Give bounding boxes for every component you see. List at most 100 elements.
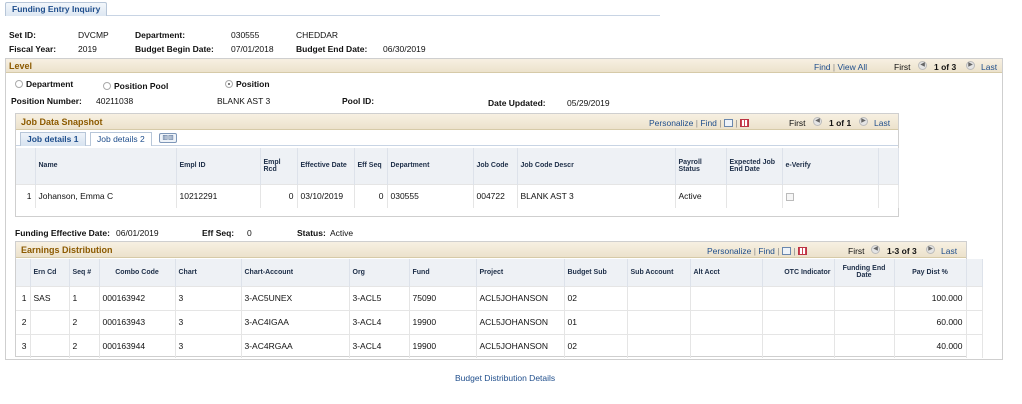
col-sub-account[interactable]: Sub Account <box>627 259 691 286</box>
fiscal-year-value: 2019 <box>78 44 97 54</box>
col-effective-date[interactable]: Effective Date <box>297 148 355 184</box>
level-last-link[interactable]: Last <box>981 62 997 72</box>
department-label: Department: <box>135 30 186 40</box>
job-next-icon[interactable]: ▶ <box>859 117 868 126</box>
next-icon[interactable]: ▶ <box>966 61 975 70</box>
cell-filler <box>966 285 983 310</box>
position-number-label: Position Number: <box>11 96 82 106</box>
cell-sub-account <box>627 285 691 310</box>
budget-end-value: 06/30/2019 <box>383 44 426 54</box>
cell-alt-acct <box>690 309 763 334</box>
cell-pay-dist-pct: 60.000 <box>894 309 967 334</box>
cell-emplid: 10212291 <box>176 183 261 208</box>
earnings-previous-icon[interactable]: ◀ <box>871 245 880 254</box>
job-previous-icon[interactable]: ◀ <box>813 117 822 126</box>
radio-position[interactable]: Position <box>225 79 270 89</box>
col-eff-seq[interactable]: Eff Seq <box>354 148 388 184</box>
job-data-table: Name Empl ID Empl Rcd Effective Date Eff… <box>16 148 899 208</box>
cell-chart-account: 3-AC4IGAA <box>241 309 350 334</box>
col-expected-job-end-date[interactable]: Expected Job End Date <box>726 148 783 184</box>
col-row-num <box>16 259 31 286</box>
col-project[interactable]: Project <box>476 259 565 286</box>
cell-seq: 1 <box>69 285 100 310</box>
cell-department: 030555 <box>387 183 474 208</box>
earnings-find-link[interactable]: Find <box>758 246 775 256</box>
tab-job-details-1[interactable]: Job details 1 <box>20 132 86 146</box>
col-emplid[interactable]: Empl ID <box>176 148 261 184</box>
earnings-count: 1-3 of 3 <box>887 246 917 256</box>
funding-status-label: Status: <box>297 228 326 238</box>
col-name[interactable]: Name <box>35 148 177 184</box>
earnings-title: Earnings Distribution <box>21 245 113 255</box>
cell-chart: 3 <box>175 333 242 358</box>
col-department[interactable]: Department <box>387 148 474 184</box>
col-job-code[interactable]: Job Code <box>473 148 518 184</box>
radio-position-pool[interactable]: Position Pool <box>103 81 168 91</box>
cell-otc-indicator <box>762 285 835 310</box>
col-row-num <box>16 148 36 184</box>
col-org[interactable]: Org <box>349 259 410 286</box>
tab-funding-entry-inquiry[interactable]: Funding Entry Inquiry <box>5 2 108 16</box>
cell-effective-date: 03/10/2019 <box>297 183 355 208</box>
cell-combo-code: 000163943 <box>99 309 176 334</box>
col-combo-code[interactable]: Combo Code <box>99 259 176 286</box>
tab-job-details-2[interactable]: Job details 2 <box>90 132 152 146</box>
earnings-personalize-link[interactable]: Personalize <box>707 246 751 256</box>
set-id-label: Set ID: <box>9 30 36 40</box>
fiscal-year-label: Fiscal Year: <box>9 44 57 54</box>
earnings-next-icon[interactable]: ▶ <box>926 245 935 254</box>
level-view-all-link[interactable]: View All <box>838 62 868 72</box>
level-title: Level <box>9 61 33 71</box>
funding-eff-date-label: Funding Effective Date: <box>15 228 110 238</box>
funding-eff-date-value: 06/01/2019 <box>116 228 159 238</box>
earnings-view-in-new-window-icon[interactable] <box>781 247 791 255</box>
radio-department[interactable]: Department <box>15 79 73 89</box>
col-chart-account[interactable]: Chart-Account <box>241 259 350 286</box>
col-fund[interactable]: Fund <box>409 259 477 286</box>
download-excel-icon[interactable] <box>739 119 749 127</box>
cell-budget-sub: 01 <box>564 309 628 334</box>
date-updated-label: Date Updated: <box>488 98 546 108</box>
job-snapshot-title: Job Data Snapshot <box>21 117 103 127</box>
col-seq[interactable]: Seq # <box>69 259 100 286</box>
col-ern-cd[interactable]: Ern Cd <box>30 259 70 286</box>
earnings-last-link[interactable]: Last <box>941 246 957 256</box>
level-find-link[interactable]: Find <box>814 62 831 72</box>
budget-distribution-details-link[interactable]: Budget Distribution Details <box>455 373 555 383</box>
previous-icon[interactable]: ◀ <box>918 61 927 70</box>
cell-project: ACL5JOHANSON <box>476 285 565 310</box>
earnings-first-label: First <box>848 246 865 256</box>
job-find-link[interactable]: Find <box>700 118 717 128</box>
radio-position-pool-icon <box>103 82 111 90</box>
col-funding-end-date[interactable]: Funding End Date <box>834 259 895 286</box>
view-in-new-window-icon[interactable] <box>723 119 733 127</box>
set-id-value: DVCMP <box>78 30 109 40</box>
cell-org: 3-ACL4 <box>349 309 410 334</box>
show-all-columns-icon[interactable]: ▥▥ <box>159 133 177 143</box>
col-empl-rcd[interactable]: Empl Rcd <box>260 148 298 184</box>
cell-e-verify <box>782 183 879 208</box>
col-pay-dist-pct[interactable]: Pay Dist % <box>894 259 967 286</box>
cell-ern-cd: SAS <box>30 285 70 310</box>
cell-ern-cd <box>30 333 70 358</box>
cell-filler <box>966 333 983 358</box>
col-alt-acct[interactable]: Alt Acct <box>690 259 763 286</box>
col-payroll-status[interactable]: Payroll Status <box>675 148 727 184</box>
col-chart[interactable]: Chart <box>175 259 242 286</box>
cell-project: ACL5JOHANSON <box>476 333 565 358</box>
radio-position-pool-label: Position Pool <box>114 81 169 91</box>
row-number: 2 <box>16 309 31 334</box>
radio-department-label: Department <box>26 79 74 89</box>
job-last-link[interactable]: Last <box>874 118 890 128</box>
job-data-snapshot-grid: Job Data Snapshot Personalize | Find | |… <box>15 113 899 217</box>
job-personalize-link[interactable]: Personalize <box>649 118 693 128</box>
cell-combo-code: 000163942 <box>99 285 176 310</box>
table-row: 1 Johanson, Emma C 10212291 0 03/10/2019… <box>16 183 899 208</box>
budget-begin-value: 07/01/2018 <box>231 44 274 54</box>
col-budget-sub[interactable]: Budget Sub <box>564 259 628 286</box>
e-verify-checkbox[interactable] <box>785 193 794 201</box>
col-e-verify[interactable]: e-Verify <box>782 148 879 184</box>
col-job-code-descr[interactable]: Job Code Descr <box>517 148 676 184</box>
earnings-download-excel-icon[interactable] <box>797 247 807 255</box>
col-otc-indicator[interactable]: OTC Indicator <box>762 259 835 286</box>
